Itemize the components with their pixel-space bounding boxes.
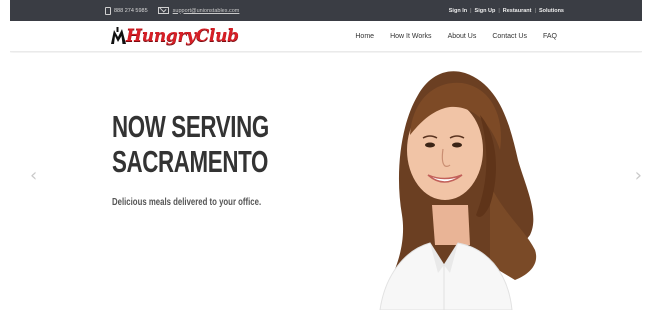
- headline-line-1: NOW SERVING: [112, 109, 269, 144]
- restaurant-link[interactable]: Restaurant: [503, 8, 532, 14]
- phone-icon: [105, 6, 111, 15]
- nav-how-it-works[interactable]: How It Works: [390, 33, 432, 40]
- separator: |: [534, 7, 536, 14]
- top-bar: 888 274 5985 support@unionstables.com Si…: [10, 0, 642, 21]
- nav-faq[interactable]: FAQ: [543, 33, 557, 40]
- page: 888 274 5985 support@unionstables.com Si…: [10, 0, 642, 310]
- separator: |: [498, 7, 500, 14]
- support-email-link[interactable]: support@unionstables.com: [173, 8, 240, 14]
- logo[interactable]: HungryClub: [110, 25, 239, 47]
- hero-subline: Delicious meals delivered to your office…: [112, 197, 262, 208]
- slider-prev-arrow-icon[interactable]: ‹: [30, 165, 37, 186]
- site-header: HungryClub Home How It Works About Us Co…: [10, 21, 642, 52]
- logo-mark-icon: [111, 27, 126, 44]
- hero-photo-woman: [379, 71, 537, 310]
- nav-contact-us[interactable]: Contact Us: [492, 33, 527, 40]
- sign-in-link[interactable]: Sign In: [449, 8, 467, 14]
- solutions-link[interactable]: Solutions: [539, 8, 564, 14]
- headline-line-2: SACRAMENTO: [112, 144, 268, 179]
- contact-info: 888 274 5985 support@unionstables.com: [105, 0, 239, 21]
- sign-up-link[interactable]: Sign Up: [475, 8, 496, 14]
- logo-text: HungryClub: [126, 26, 239, 46]
- phone-number: 888 274 5985: [114, 7, 148, 14]
- nav-home[interactable]: Home: [355, 33, 374, 40]
- hero-headline: NOW SERVING SACRAMENTO: [112, 109, 269, 179]
- hero-slider: NOW SERVING SACRAMENTO Delicious meals d…: [10, 53, 642, 310]
- separator: |: [470, 7, 472, 14]
- slider-next-arrow-icon[interactable]: ›: [635, 165, 642, 186]
- main-nav: Home How It Works About Us Contact Us FA…: [339, 21, 557, 51]
- nav-about-us[interactable]: About Us: [448, 33, 477, 40]
- account-links: Sign In | Sign Up | Restaurant | Solutio…: [449, 0, 564, 21]
- mail-icon: [157, 7, 169, 14]
